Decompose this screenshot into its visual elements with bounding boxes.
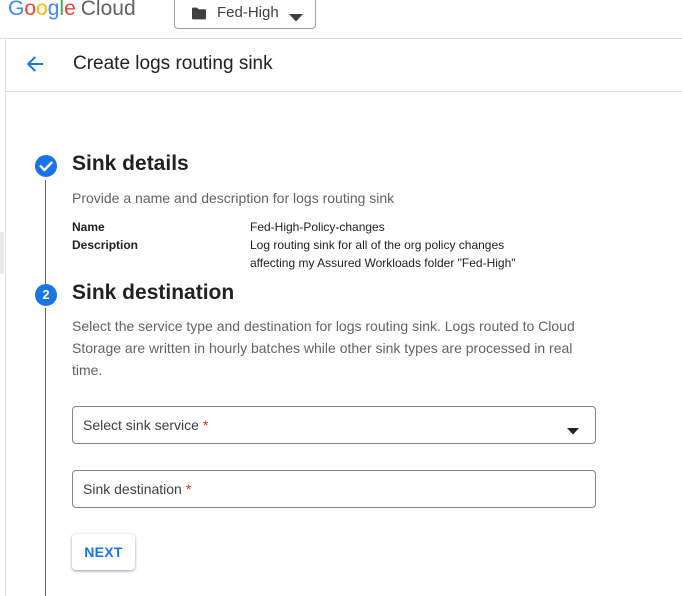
logo-letter: G	[8, 0, 25, 20]
project-picker-button[interactable]: Fed-High	[174, 0, 316, 29]
back-arrow-icon[interactable]	[25, 54, 45, 79]
step2-title: Sink destination	[72, 281, 235, 304]
project-name: Fed-High	[217, 4, 279, 21]
sink-destination-input[interactable]: Sink destination *	[72, 470, 596, 508]
folder-icon	[191, 7, 207, 25]
google-cloud-logo[interactable]: Google Cloud	[8, 0, 136, 21]
description-label: Description	[72, 238, 139, 252]
sink-destination-placeholder: Sink destination *	[83, 481, 192, 497]
description-value-line1: Log routing sink for all of the org poli…	[250, 238, 505, 252]
left-rail-border	[5, 39, 6, 596]
description-value-line2: affecting my Assured Workloads folder "F…	[250, 256, 516, 270]
caret-down-icon	[289, 9, 303, 27]
left-rail-handle	[0, 232, 4, 274]
top-bar: Google Cloud Fed-High	[0, 0, 682, 39]
step2-description-line2: Storage are written in hourly batches wh…	[72, 340, 573, 356]
required-asterisk: *	[185, 481, 192, 497]
stepper-connector	[45, 308, 46, 596]
step2-description-line1: Select the service type and destination …	[72, 318, 575, 334]
next-button[interactable]: NEXT	[72, 534, 135, 570]
sink-service-select[interactable]: Select sink service *	[72, 406, 596, 444]
page-title: Create logs routing sink	[73, 53, 273, 74]
stepper-connector	[45, 180, 46, 284]
sink-service-placeholder: Select sink service *	[83, 417, 209, 433]
logo-letter: e	[64, 0, 76, 20]
step1-title[interactable]: Sink details	[72, 152, 189, 176]
check-circle-icon	[35, 155, 57, 182]
logo-letter: o	[36, 0, 48, 20]
step1-description: Provide a name and description for logs …	[72, 190, 395, 206]
dropdown-arrow-icon	[567, 422, 579, 440]
logo-letter: g	[47, 0, 60, 20]
required-asterisk: *	[202, 417, 209, 433]
step2-description-line3: time.	[72, 362, 103, 378]
logo-letter: o	[24, 0, 37, 20]
name-label: Name	[72, 220, 105, 234]
logo-cloud-text: Cloud	[80, 0, 136, 20]
name-value: Fed-High-Policy-changes	[250, 220, 385, 234]
step2-number-badge: 2	[35, 284, 57, 306]
page-header: Create logs routing sink	[6, 39, 682, 92]
